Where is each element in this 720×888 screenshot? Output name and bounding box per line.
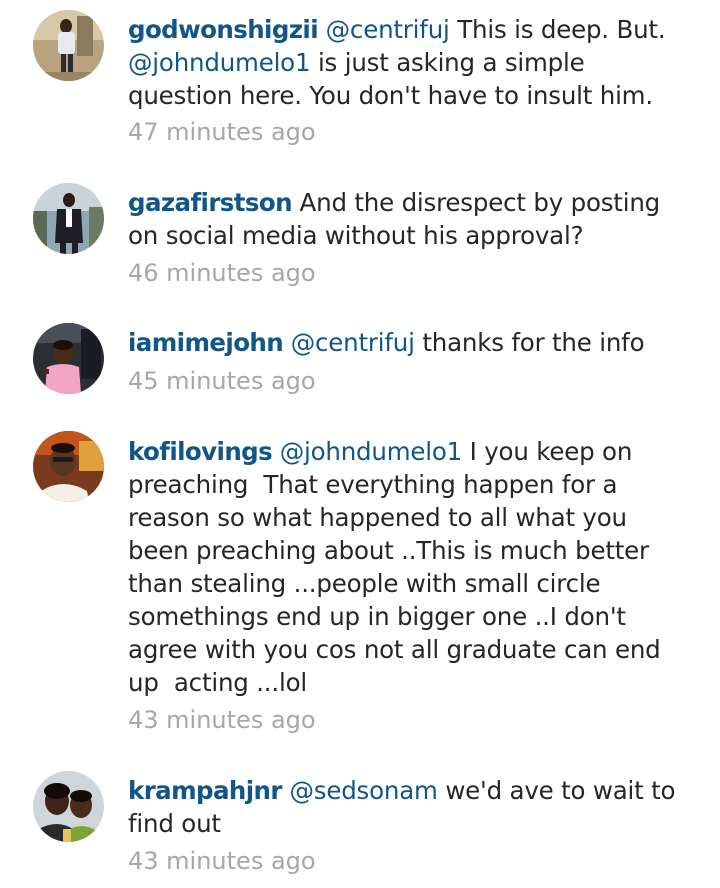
user-avatar[interactable] — [33, 183, 104, 254]
avatar-photo — [33, 431, 104, 502]
comment-username[interactable]: gazafirstson — [128, 188, 293, 217]
comment-text: This is deep. But. — [449, 15, 666, 44]
comment-mention[interactable]: @johndumelo1 — [128, 48, 311, 77]
comment-mention[interactable]: @centrifuj — [291, 328, 415, 357]
user-avatar[interactable] — [33, 431, 104, 502]
comment-body: iamimejohn @centrifuj thanks for the inf… — [128, 326, 688, 359]
avatar-photo — [33, 183, 104, 254]
comment-body: gazafirstson And the disrespect by posti… — [128, 186, 688, 252]
comment-mention[interactable]: @johndumelo1 — [280, 437, 463, 466]
comment-body: kofilovings @johndumelo1 I you keep on p… — [128, 435, 688, 699]
comment-text: thanks for the info — [414, 328, 645, 357]
comment-timestamp: 47 minutes ago — [128, 118, 316, 146]
avatar-photo — [33, 771, 104, 842]
user-avatar[interactable] — [33, 323, 104, 394]
avatar-photo — [33, 10, 104, 81]
comment-username[interactable]: iamimejohn — [128, 328, 284, 357]
avatar-photo — [33, 323, 104, 394]
comment-text: I you keep on preaching That everything … — [128, 437, 669, 697]
comment-username[interactable]: godwonshigzii — [128, 15, 319, 44]
comment-mention[interactable]: @centrifuj — [326, 15, 450, 44]
comment-timestamp: 45 minutes ago — [128, 367, 316, 395]
comment-body: godwonshigzii @centrifuj This is deep. B… — [128, 13, 688, 112]
comment-body: krampahjnr @sedsonam we'd ave to wait to… — [128, 774, 688, 840]
comment-mention[interactable]: @sedsonam — [289, 776, 437, 805]
user-avatar[interactable] — [33, 771, 104, 842]
comment-username[interactable]: kofilovings — [128, 437, 273, 466]
user-avatar[interactable] — [33, 10, 104, 81]
comment-timestamp: 46 minutes ago — [128, 259, 316, 287]
comment-timestamp: 43 minutes ago — [128, 706, 316, 734]
comment-username[interactable]: krampahjnr — [128, 776, 282, 805]
comment-timestamp: 43 minutes ago — [128, 847, 316, 875]
